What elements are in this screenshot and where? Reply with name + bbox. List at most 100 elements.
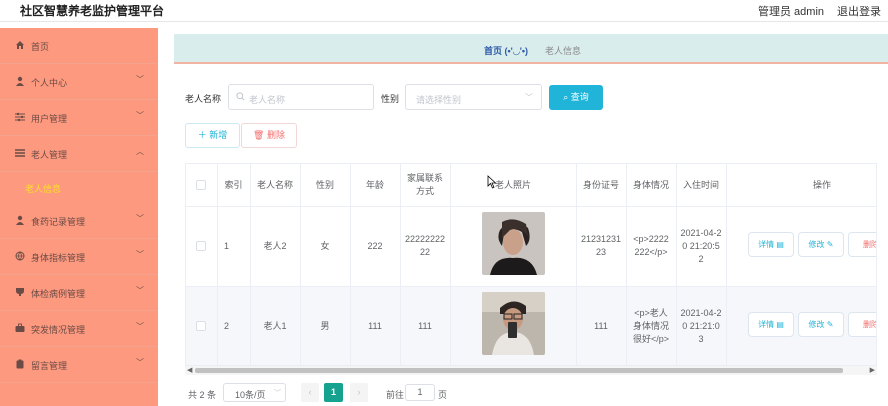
delete-button[interactable]: 删除 [848, 232, 876, 257]
mouse-cursor-icon [487, 175, 497, 189]
page-size-select[interactable]: 10条/页 ﹀ [223, 383, 286, 402]
app-title: 社区智慧养老监护管理平台 [20, 4, 165, 18]
detail-button[interactable]: 详情 ▤ [748, 312, 794, 337]
cell-name: 老人1 [263, 321, 287, 331]
breadcrumb-current: 老人信息 [545, 46, 582, 56]
col-checkin: 入住时间 [682, 179, 719, 190]
col-operations: 操作 [812, 179, 831, 190]
page-number-button[interactable]: 1 [324, 383, 343, 402]
edit-icon: ✎ [826, 320, 834, 329]
row-checkbox[interactable] [196, 321, 206, 331]
sidebar-item-label: 个人中心 [31, 78, 68, 88]
document-icon: ▤ [776, 320, 784, 329]
elder-table: 索引 老人名称 性别 年龄 家属联系方式 老人照片 身份证号 身体情况 入住时间… [185, 163, 877, 366]
cell-contact: 2222222222 [404, 234, 446, 257]
sidebar-item-messages[interactable]: 留言管理 ﹀ [0, 347, 158, 383]
delete-label: 删除 [863, 320, 876, 329]
sidebar-item-label: 留言管理 [31, 361, 68, 371]
sidebar-item-food-medicine[interactable]: 食药记录管理 ﹀ [0, 203, 158, 239]
sidebar-item-home[interactable]: 首页 [0, 28, 158, 64]
elder-name-placeholder: 老人名称 [249, 95, 286, 105]
edit-button[interactable]: 修改 ✎ [798, 312, 844, 337]
sidebar-item-body-index[interactable]: 身体指标管理 ﹀ [0, 239, 158, 275]
batch-delete-button[interactable]: 🗑 删除 [241, 123, 297, 148]
goto-label: 前往 [386, 390, 405, 400]
sidebar-item-label: 用户管理 [31, 114, 68, 124]
goto-page-input[interactable]: 1 [405, 384, 435, 401]
col-gender: 性别 [315, 179, 334, 190]
col-age: 年龄 [365, 179, 384, 190]
chevron-up-icon: ︿ [136, 147, 144, 156]
person-icon [16, 215, 24, 225]
search-icon [236, 92, 245, 101]
elder-photo [482, 292, 545, 355]
list-icon [15, 149, 25, 157]
cell-id-card: 111 [594, 321, 608, 331]
col-health: 身体情况 [632, 179, 669, 190]
query-button[interactable]: ⌕ 查询 [549, 85, 603, 110]
sidebar-subitem-label: 老人信息 [25, 184, 62, 194]
user-icon [16, 76, 24, 86]
chevron-down-icon: ﹀ [136, 358, 144, 367]
chevron-down-icon: ﹀ [136, 111, 144, 120]
col-name: 老人名称 [256, 179, 293, 190]
delete-label: 删除 [863, 240, 876, 249]
col-photo: 老人照片 [494, 179, 531, 190]
prev-page-button[interactable]: ‹ [301, 383, 319, 402]
search-icon: ⌕ [563, 92, 569, 102]
cell-gender: 男 [320, 321, 330, 331]
next-page-button[interactable]: › [350, 383, 368, 402]
sidebar-item-label: 身体指标管理 [31, 253, 86, 263]
detail-button[interactable]: 详情 ▤ [748, 232, 794, 257]
edit-icon: ✎ [826, 240, 834, 249]
scroll-left-icon[interactable]: ◀ [187, 366, 192, 374]
chevron-down-icon: ﹀ [136, 75, 144, 84]
page-suffix: 页 [438, 390, 448, 400]
chevron-down-icon: ﹀ [525, 93, 533, 102]
sidebar-subitem-elder-info[interactable]: 老人信息 [0, 172, 158, 202]
clipboard-icon [16, 359, 24, 369]
chevron-down-icon: ﹀ [136, 286, 144, 295]
cell-id-card: 2123123123 [580, 234, 622, 257]
scrollbar-thumb[interactable] [195, 368, 843, 373]
sidebar-item-personal-center[interactable]: 个人中心 ﹀ [0, 64, 158, 100]
sidebar-item-label: 体检病例管理 [31, 289, 86, 299]
chevron-down-icon: ﹀ [136, 214, 144, 223]
chevron-down-icon: ﹀ [274, 390, 281, 397]
sidebar-item-user-management[interactable]: 用户管理 ﹀ [0, 100, 158, 136]
logout-button[interactable]: 退出登录 [837, 3, 881, 19]
trash-icon: 🗑 [253, 130, 265, 140]
col-contact: 家属联系方式 [406, 173, 443, 196]
row-checkbox[interactable] [196, 241, 206, 251]
sidebar: 首页 个人中心 ﹀ 用户管理 ﹀ 老人管理 ︿ 老人信息 食药记录管理 ﹀ 身体… [0, 28, 158, 406]
sidebar-item-emergency[interactable]: 突发情况管理 ﹀ [0, 311, 158, 347]
edit-label: 修改 [808, 320, 825, 329]
sidebar-item-elder-management[interactable]: 老人管理 ︿ [0, 136, 158, 172]
table-horizontal-scrollbar[interactable]: ◀ ▶ [185, 366, 877, 375]
detail-label: 详情 [758, 320, 775, 329]
plus-icon: ＋ [197, 130, 207, 140]
breadcrumb-home[interactable]: 首页 (•'◡'•) [484, 44, 528, 57]
page-size-value: 10条/页 [235, 390, 266, 400]
delete-button[interactable]: 删除 [848, 312, 876, 337]
edit-label: 修改 [808, 240, 825, 249]
sidebar-item-label: 老人管理 [31, 150, 68, 160]
gender-select[interactable]: 请选择性别 ﹀ [405, 84, 542, 110]
scroll-right-icon[interactable]: ▶ [870, 366, 875, 374]
gender-label: 性别 [381, 94, 400, 104]
cell-name: 老人2 [263, 240, 287, 251]
elder-name-input[interactable]: 老人名称 [228, 84, 374, 110]
cell-health: <p>老人身体情况很好</p> [632, 308, 670, 344]
cell-age: 111 [368, 321, 382, 331]
gender-placeholder: 请选择性别 [416, 95, 462, 105]
delete-button-label: 删除 [266, 130, 285, 140]
add-button[interactable]: ＋ 新增 [185, 123, 240, 148]
globe-icon [15, 251, 25, 261]
select-all-checkbox[interactable] [196, 180, 206, 190]
cell-checkin: 2021-04-20 21:21:03 [680, 308, 722, 344]
sidebar-item-checkup[interactable]: 体检病例管理 ﹀ [0, 275, 158, 311]
top-bar: 社区智慧养老监护管理平台 管理员 admin 退出登录 [0, 0, 888, 22]
edit-button[interactable]: 修改 ✎ [798, 232, 844, 257]
col-index: 索引 [224, 179, 243, 190]
chevron-down-icon: ﹀ [136, 322, 144, 331]
